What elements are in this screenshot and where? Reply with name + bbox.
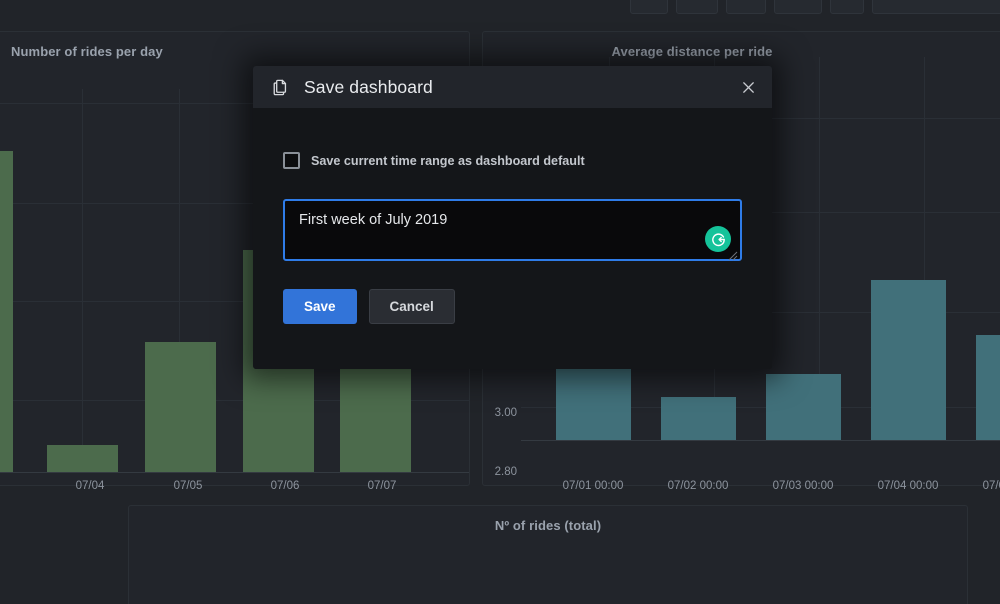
ytick-label: 3.00 [494,407,517,419]
xtick-label: 07/07 [367,480,397,492]
bar-average-distance [976,335,1000,440]
panel-total-rides: Nº of rides (total) [128,505,968,604]
dashboard-toolbar [630,0,1000,14]
xtick-label: 07/04 [75,480,105,492]
bar-average-distance [871,280,946,440]
panel-title-rides-per-day: Number of rides per day [11,44,163,59]
panel-title-average-distance: Average distance per ride [611,44,773,59]
modal-header: Save dashboard [253,66,772,108]
copy-pages-icon [271,78,290,97]
save-time-range-checkbox[interactable] [283,152,300,169]
panel-title-total-rides: Nº of rides (total) [494,518,602,533]
bar-rides [47,445,118,472]
modal-title: Save dashboard [304,76,433,97]
dashboard-page: Number of rides per day 07/04 07/05 07/0… [0,0,1000,604]
bar-average-distance [661,397,736,440]
modal-body: Save current time range as dashboard def… [253,108,772,324]
xtick-label: 07/05 00:00 [982,480,1000,492]
xtick-label: 07/05 [173,480,203,492]
xtick-label: 07/03 00:00 [772,480,834,492]
gridline-v [82,89,83,472]
toolbar-button-3[interactable] [726,0,766,14]
bar-rides [0,151,13,472]
dashboard-name-field-wrap [283,199,742,261]
x-axis-line [521,440,1000,441]
toolbar-time-range-picker[interactable] [872,0,1000,14]
save-button[interactable]: Save [283,289,357,324]
x-axis-line [0,472,469,473]
grammarly-icon[interactable] [705,226,731,252]
cancel-button[interactable]: Cancel [368,289,455,324]
ytick-label: 2.80 [494,466,517,478]
toolbar-button-2[interactable] [676,0,718,14]
xtick-label: 07/01 00:00 [562,480,624,492]
bar-rides [145,342,216,472]
xtick-label: 07/06 [270,480,300,492]
save-time-range-row[interactable]: Save current time range as dashboard def… [283,152,742,169]
toolbar-button-5[interactable] [830,0,864,14]
save-dashboard-modal: Save dashboard Save current time range a… [253,66,772,369]
toolbar-button-4[interactable] [774,0,822,14]
bar-average-distance [766,374,841,440]
xtick-label: 07/02 00:00 [667,480,729,492]
dashboard-name-input[interactable] [283,199,742,261]
close-icon[interactable] [738,77,758,97]
modal-actions: Save Cancel [283,289,742,324]
xtick-label: 07/04 00:00 [877,480,939,492]
save-time-range-label: Save current time range as dashboard def… [311,153,585,168]
toolbar-button-1[interactable] [630,0,668,14]
